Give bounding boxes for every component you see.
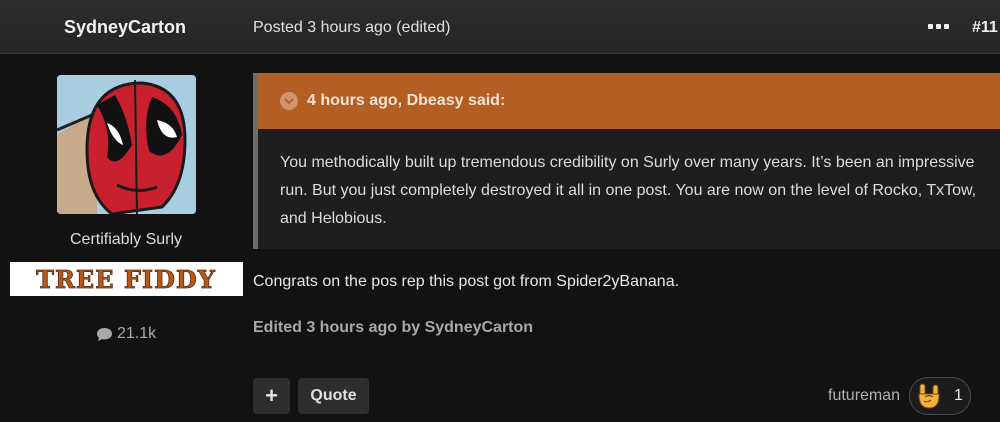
post-content: Congrats on the pos rep this post got fr… bbox=[253, 273, 680, 290]
quote-attribution: 4 hours ago, Dbeasy said: bbox=[307, 92, 506, 109]
author-name[interactable]: SydneyCarton bbox=[64, 17, 186, 38]
reaction-pill[interactable]: 1 bbox=[909, 377, 971, 415]
post-timestamp[interactable]: Posted 3 hours ago (edited) bbox=[253, 19, 450, 37]
post-count: 21.1k bbox=[96, 325, 156, 343]
multiquote-button[interactable]: + bbox=[253, 378, 290, 414]
quote-block: 4 hours ago, Dbeasy said: You methodical… bbox=[253, 73, 1000, 249]
avatar-image bbox=[57, 75, 196, 214]
post-number[interactable]: #11 bbox=[972, 19, 998, 37]
more-options-icon[interactable] bbox=[928, 24, 949, 29]
speech-bubble-icon bbox=[97, 327, 112, 341]
badge-image: TREE FIDDY bbox=[36, 265, 216, 295]
quote-body: You methodically built up tremendous cre… bbox=[280, 154, 977, 227]
member-rank: Certifiably Surly bbox=[69, 231, 183, 248]
quote-button[interactable]: Quote bbox=[298, 378, 369, 414]
post-header: SydneyCarton Posted 3 hours ago (edited)… bbox=[0, 0, 1000, 54]
member-badge: TREE FIDDY bbox=[10, 262, 243, 296]
reaction-count: 1 bbox=[954, 387, 963, 404]
reaction-user[interactable]: futureman bbox=[828, 387, 900, 405]
rock-on-hand-icon bbox=[918, 383, 940, 409]
badge-text: TREE FIDDY bbox=[36, 265, 216, 294]
post-count-value: 21.1k bbox=[117, 325, 157, 342]
edit-note: Edited 3 hours ago by SydneyCarton bbox=[253, 319, 534, 336]
quote-header[interactable]: 4 hours ago, Dbeasy said: bbox=[258, 73, 1000, 129]
avatar[interactable] bbox=[57, 75, 196, 214]
chevron-down-icon[interactable] bbox=[280, 92, 298, 110]
